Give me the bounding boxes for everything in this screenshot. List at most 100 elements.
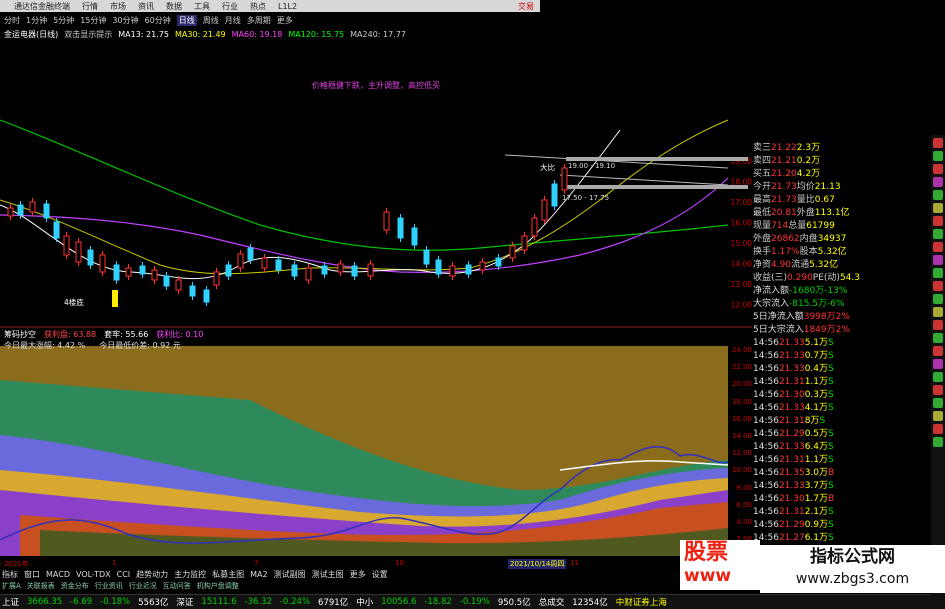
order-price: 21.21 <box>771 156 797 166</box>
tab-test-main[interactable]: 测试主图 <box>312 569 344 580</box>
menu-hq[interactable]: 市场 <box>110 1 126 12</box>
status-item: 3666.35 <box>27 597 63 607</box>
kline-chart[interactable]: 19.0018.0017.0016.0015.0014.0013.0012.00… <box>0 40 752 560</box>
toolbar-icon[interactable] <box>933 138 943 148</box>
right-toolbar <box>931 135 945 595</box>
toolbar-icon[interactable] <box>933 151 943 161</box>
tick-volume: 3.7万 <box>804 481 829 491</box>
tab-private-main[interactable]: 私募主图 <box>212 569 244 580</box>
tab-settings[interactable]: 设置 <box>372 569 388 580</box>
period-monthly[interactable]: 月线 <box>225 15 241 26</box>
toolbar-icon[interactable] <box>933 424 943 434</box>
toolbar-icon[interactable] <box>933 281 943 291</box>
menu-tools[interactable]: 工具 <box>194 1 210 12</box>
tick-row: 14:5621.353.0万B <box>753 465 931 478</box>
toolbar-icon[interactable] <box>933 242 943 252</box>
info-tab[interactable]: 行业资讯 <box>95 581 123 591</box>
toolbar-icon[interactable] <box>933 203 943 213</box>
period-multi[interactable]: 多周期 <box>247 15 271 26</box>
period-60min[interactable]: 60分钟 <box>145 15 171 26</box>
toolbar-icon[interactable] <box>933 307 943 317</box>
candle-body <box>63 235 70 256</box>
top-callout: 大比 <box>540 162 555 172</box>
candle-body <box>237 253 244 269</box>
info-tab[interactable]: 行业近况 <box>129 581 157 591</box>
tick-volume: 0.9万 <box>804 520 829 530</box>
period-1min[interactable]: 1分钟 <box>26 15 47 26</box>
menu-market[interactable]: 行情 <box>82 1 98 12</box>
info-tab[interactable]: 互动问答 <box>163 581 191 591</box>
orderbook-row[interactable]: 卖三21.222.3万 <box>753 140 931 153</box>
toolbar-icon[interactable] <box>933 372 943 382</box>
tab-indicator[interactable]: 指标 <box>2 569 18 580</box>
toolbar-icon[interactable] <box>933 333 943 343</box>
toolbar-icon[interactable] <box>933 385 943 395</box>
ma30-label: MA30: 21.49 <box>174 29 226 39</box>
stat-row: 外盘26862内盘34937 <box>753 231 931 244</box>
tick-price: 21.31 <box>778 416 805 426</box>
menu-data[interactable]: 数据 <box>166 1 182 12</box>
toolbar-icon[interactable] <box>933 177 943 187</box>
price-axis-label: 15.00 <box>731 239 752 248</box>
candle-body <box>87 249 94 266</box>
toolbar-icon[interactable] <box>933 268 943 278</box>
toolbar-icon[interactable] <box>933 255 943 265</box>
info-tab[interactable]: 机构户盘调整 <box>197 581 239 591</box>
tick-row: 14:5621.330.4万S <box>753 361 931 374</box>
menu-news[interactable]: 资讯 <box>138 1 154 12</box>
max-rise-label: 今日最大涨幅: 4.42 % <box>4 341 86 350</box>
tab-cci[interactable]: CCI <box>117 570 131 579</box>
stat-value: 0.290 <box>787 273 813 283</box>
toolbar-icon[interactable] <box>933 320 943 330</box>
orderbook-row[interactable]: 买五21.204.2万 <box>753 166 931 179</box>
toolbar-icon[interactable] <box>933 411 943 421</box>
tab-window[interactable]: 窗口 <box>24 569 40 580</box>
watermark-url: www.zbgs3.com <box>795 571 910 587</box>
period-30min[interactable]: 30分钟 <box>112 15 138 26</box>
period-daily[interactable]: 日线 <box>176 14 197 26</box>
toolbar-icon[interactable] <box>933 216 943 226</box>
period-fenshi[interactable]: 分时 <box>4 15 20 26</box>
status-item: -36.32 <box>244 597 272 607</box>
toolbar-icon[interactable] <box>933 229 943 239</box>
tab-trend[interactable]: 趋势动力 <box>136 569 168 580</box>
menu-hot[interactable]: 热点 <box>250 1 266 12</box>
period-more[interactable]: 更多 <box>277 15 293 26</box>
toolbar-icon[interactable] <box>933 346 943 356</box>
order-label: 卖三 <box>753 143 772 153</box>
stat-key: 流通 <box>791 260 810 270</box>
menu-l1l2[interactable]: L1L2 <box>278 2 297 11</box>
toolbar-icon[interactable] <box>933 164 943 174</box>
toolbar-icon[interactable] <box>933 359 943 369</box>
target-box-label: 19.00 - 19.10 <box>568 162 615 170</box>
info-tab[interactable]: 扩展A <box>2 581 21 591</box>
toolbar-icon[interactable] <box>933 190 943 200</box>
trend-line <box>504 154 729 169</box>
flow-value: -815.5万 <box>789 299 828 309</box>
period-weekly[interactable]: 周线 <box>203 15 219 26</box>
tab-vol[interactable]: VOL-TDX <box>76 570 111 579</box>
toolbar-icon[interactable] <box>933 294 943 304</box>
tab-more[interactable]: 更多 <box>350 569 366 580</box>
flow-row: 5日大宗流入1849万2% <box>753 322 931 335</box>
status-item: 15111.6 <box>201 597 237 607</box>
toolbar-icon[interactable] <box>933 398 943 408</box>
tick-price: 21.29 <box>778 429 805 439</box>
toolbar-icon[interactable] <box>933 437 943 447</box>
tab-test-sub[interactable]: 测试副图 <box>274 569 306 580</box>
period-5min[interactable]: 5分钟 <box>53 15 74 26</box>
menu-industry[interactable]: 行业 <box>222 1 238 12</box>
tick-side: B <box>828 468 835 478</box>
trade-button[interactable]: 交易 <box>518 1 534 12</box>
orderbook-row[interactable]: 卖四21.210.2万 <box>753 153 931 166</box>
tick-row: 14:5621.301.7万B <box>753 491 931 504</box>
info-tab[interactable]: 资金分布 <box>61 581 89 591</box>
period-15min[interactable]: 15分钟 <box>80 15 106 26</box>
tab-ma2[interactable]: MA2 <box>250 570 267 579</box>
info-tab[interactable]: 关联报表 <box>27 581 55 591</box>
tab-main-monitor[interactable]: 主力监控 <box>174 569 206 580</box>
status-item: -0.24% <box>279 597 311 607</box>
candle-body <box>17 204 24 216</box>
candle-body <box>495 257 502 267</box>
tab-macd[interactable]: MACD <box>46 570 70 579</box>
